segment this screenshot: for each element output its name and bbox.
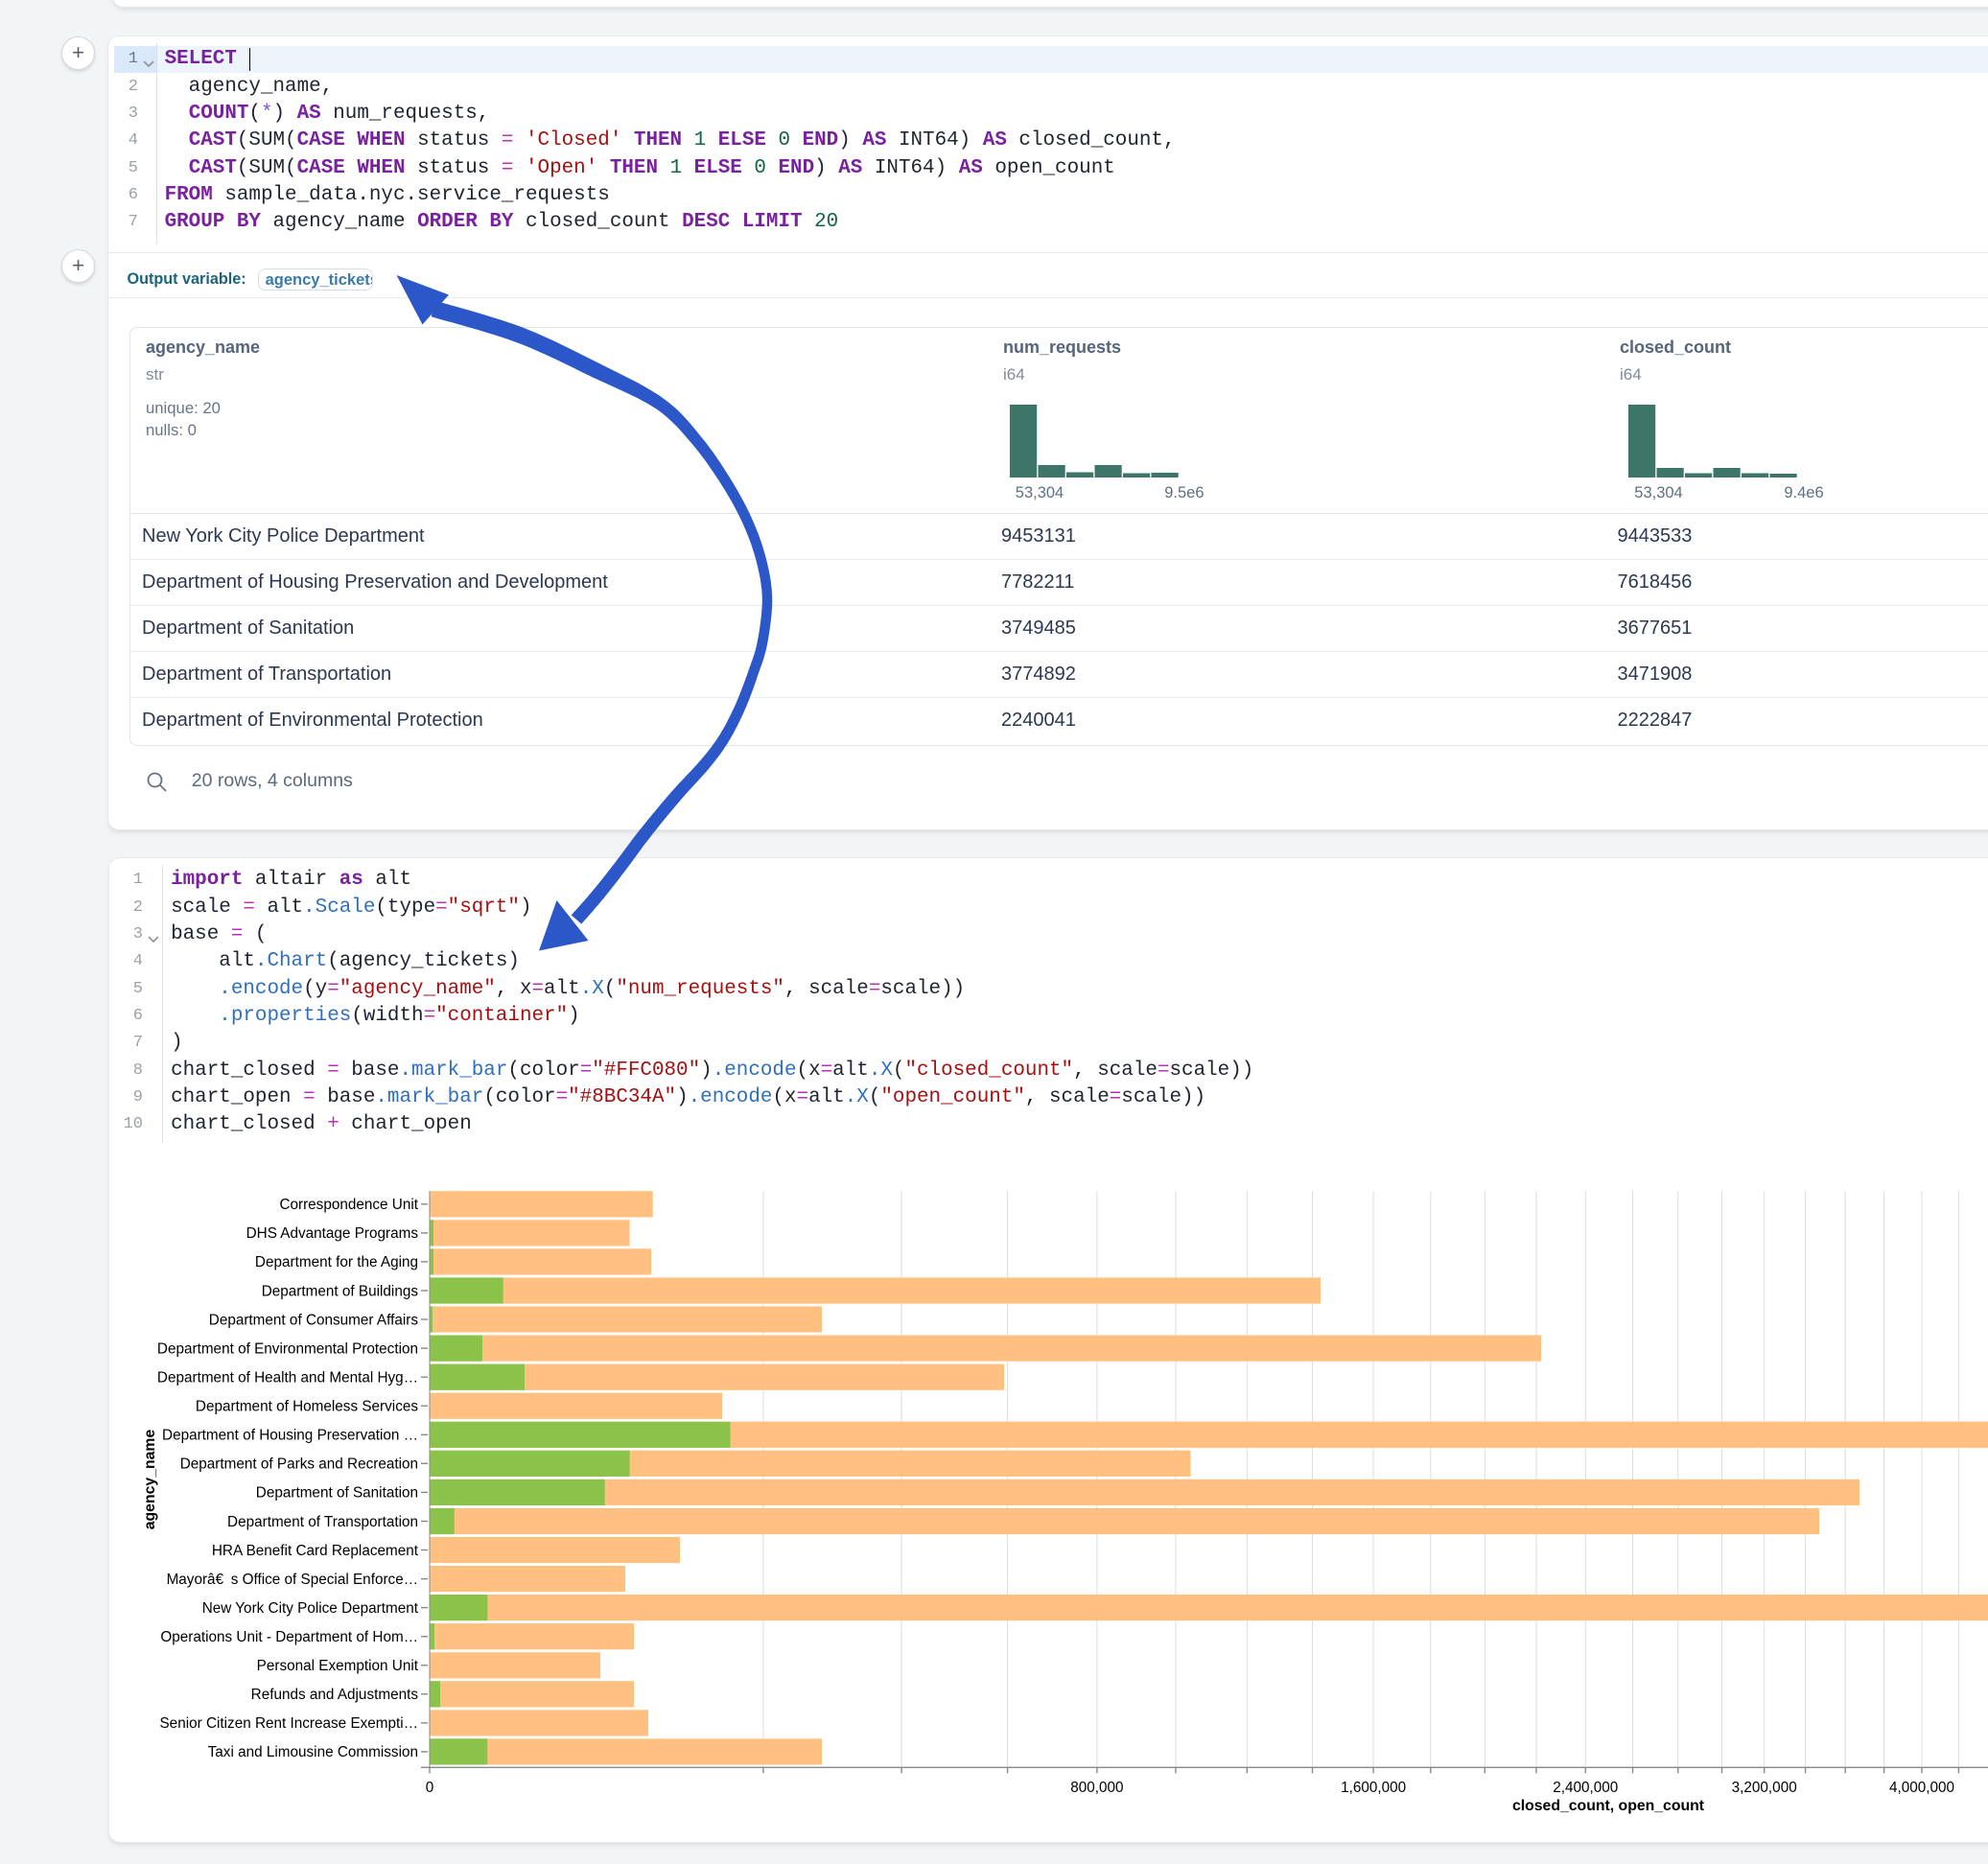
- svg-text:Senior Citizen Rent Increase E: Senior Citizen Rent Increase Exempti…: [159, 1715, 418, 1732]
- svg-text:Department for the Aging: Department for the Aging: [255, 1254, 418, 1270]
- svg-text:4,000,000: 4,000,000: [1889, 1780, 1954, 1796]
- svg-text:New York City Police Departmen: New York City Police Department: [202, 1600, 419, 1617]
- svg-text:DHS Advantage Programs: DHS Advantage Programs: [246, 1225, 419, 1242]
- svg-text:3,200,000: 3,200,000: [1732, 1780, 1797, 1796]
- svg-text:closed_count, open_count: closed_count, open_count: [1512, 1798, 1705, 1814]
- svg-text:Department of Transportation: Department of Transportation: [227, 1514, 418, 1530]
- svg-text:Operations Unit - Department o: Operations Unit - Department of Hom…: [160, 1629, 418, 1645]
- svg-text:800,000: 800,000: [1070, 1780, 1123, 1796]
- svg-text:HRA Benefit Card Replacement: HRA Benefit Card Replacement: [212, 1543, 419, 1559]
- svg-text:Department of Sanitation: Department of Sanitation: [256, 1485, 418, 1502]
- svg-text:0: 0: [426, 1780, 434, 1796]
- svg-text:Correspondence Unit: Correspondence Unit: [279, 1197, 418, 1213]
- svg-text:Taxi and Limousine Commission: Taxi and Limousine Commission: [208, 1744, 418, 1760]
- svg-text:Department of Environmental Pr: Department of Environmental Protection: [157, 1340, 418, 1357]
- svg-text:agency_name: agency_name: [142, 1430, 158, 1530]
- svg-text:1,600,000: 1,600,000: [1341, 1780, 1406, 1796]
- svg-text:Mayorâ€ s Office of Special En: Mayorâ€ s Office of Special Enforce…: [167, 1572, 418, 1588]
- svg-text:Department of Housing Preserva: Department of Housing Preservation …: [162, 1428, 418, 1444]
- svg-text:2,400,000: 2,400,000: [1553, 1780, 1618, 1796]
- svg-text:Department of Buildings: Department of Buildings: [262, 1283, 419, 1299]
- svg-text:Refunds and Adjustments: Refunds and Adjustments: [251, 1687, 419, 1703]
- svg-text:Department of Health and Menta: Department of Health and Mental Hyg…: [157, 1370, 418, 1386]
- svg-text:Department of Homeless Service: Department of Homeless Services: [196, 1399, 418, 1415]
- svg-text:Personal Exemption Unit: Personal Exemption Unit: [257, 1658, 419, 1674]
- svg-text:Department of Consumer Affairs: Department of Consumer Affairs: [209, 1312, 419, 1328]
- svg-text:Department of Parks and Recrea: Department of Parks and Recreation: [180, 1456, 418, 1473]
